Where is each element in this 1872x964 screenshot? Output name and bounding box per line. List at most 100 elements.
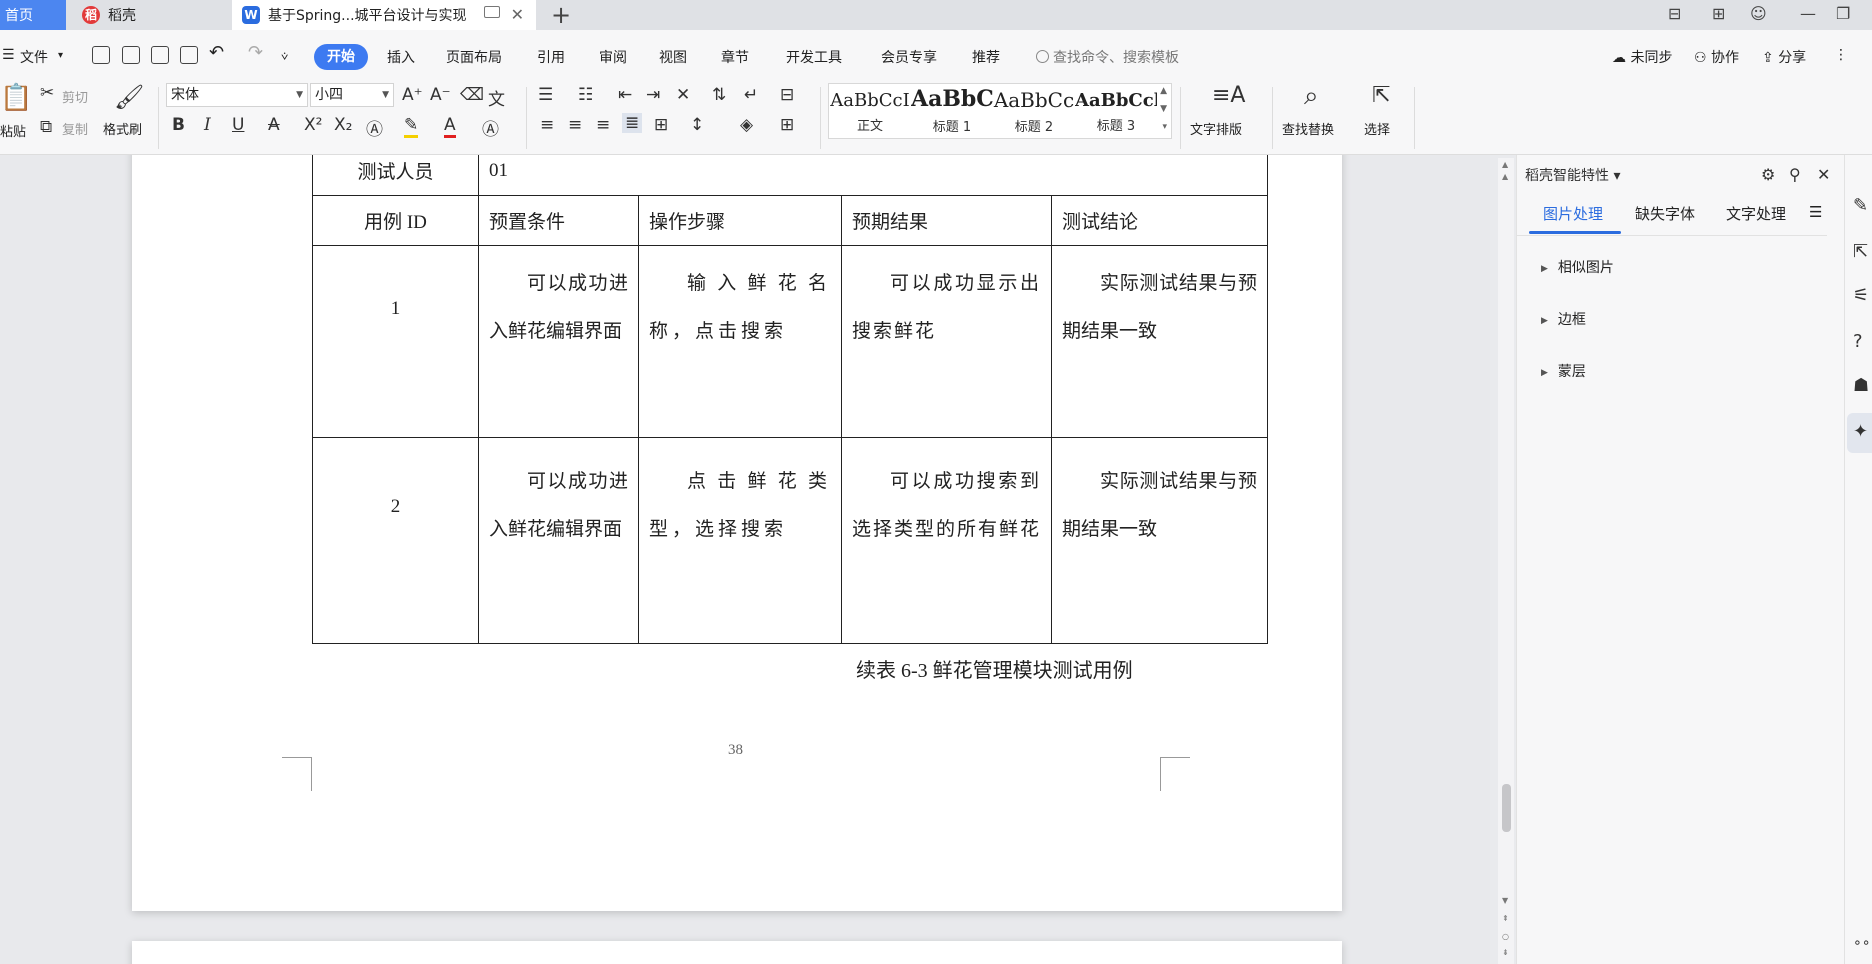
subscript-icon[interactable]: X₂ bbox=[334, 115, 352, 135]
panel-title[interactable]: 稻壳智能特性 ▾ bbox=[1525, 165, 1620, 185]
numbered-list-icon[interactable]: ☷ bbox=[578, 85, 593, 105]
prev-page-icon[interactable]: ⇞ bbox=[1502, 914, 1509, 923]
decrease-indent-icon[interactable]: ⇤ bbox=[618, 85, 632, 105]
menu-icon[interactable]: ☰ bbox=[1809, 203, 1822, 221]
scroll-up-icon[interactable]: ▲ bbox=[1502, 172, 1508, 181]
font-color-icon[interactable]: A bbox=[444, 115, 456, 138]
increase-indent-icon[interactable]: ⇥ bbox=[646, 85, 660, 105]
menu-member[interactable]: 会员专享 bbox=[881, 47, 937, 67]
bold-icon[interactable]: B bbox=[172, 115, 185, 135]
format-painter-icon[interactable]: 🖌 bbox=[114, 83, 144, 111]
phonetic-guide-icon[interactable]: 文 bbox=[488, 85, 505, 110]
pin-icon[interactable]: ⚲ bbox=[1789, 165, 1801, 184]
menu-developer[interactable]: 开发工具 bbox=[786, 47, 842, 67]
item-border[interactable]: ▶ 边框 bbox=[1541, 309, 1586, 329]
undo-icon[interactable]: ↶ bbox=[209, 42, 224, 63]
table-tools-icon[interactable]: ⊟ bbox=[780, 85, 794, 105]
command-search[interactable]: 查找命令、搜索模板 bbox=[1036, 47, 1179, 67]
customize-toolbar-icon[interactable]: ⩒ bbox=[281, 49, 288, 64]
style-heading-2[interactable]: AaBbCc 标题 2 bbox=[993, 84, 1075, 138]
style-heading-3[interactable]: AaBbCcl 标题 3 bbox=[1075, 84, 1157, 138]
sliders-icon[interactable]: ⚟ bbox=[1853, 285, 1869, 306]
menu-chapter[interactable]: 章节 bbox=[721, 47, 749, 67]
close-tab-icon[interactable]: ✕ bbox=[511, 5, 524, 24]
menu-start[interactable]: 开始 bbox=[314, 44, 368, 70]
shrink-font-icon[interactable]: A⁻ bbox=[430, 85, 451, 105]
cut-button[interactable]: 剪切 bbox=[62, 87, 88, 106]
clear-format-icon[interactable]: ⌫ bbox=[460, 85, 484, 105]
more-icon[interactable]: ⋮ bbox=[1834, 47, 1848, 63]
format-painter-button[interactable]: 格式刷 bbox=[103, 119, 142, 138]
smart-feature-icon[interactable]: ✦ bbox=[1853, 421, 1868, 442]
redo-icon[interactable]: ↷ bbox=[248, 42, 263, 63]
search-icon[interactable]: ⌕ bbox=[1304, 81, 1319, 112]
hamburger-icon[interactable]: ☰ bbox=[2, 47, 15, 63]
menu-review[interactable]: 审阅 bbox=[599, 47, 627, 67]
paste-icon[interactable]: 📋 bbox=[0, 83, 32, 113]
menu-references[interactable]: 引用 bbox=[537, 47, 565, 67]
expand-styles-icon[interactable]: ▾ bbox=[1162, 122, 1167, 132]
font-name-select[interactable]: 宋体 ▼ bbox=[166, 83, 308, 107]
distributed-icon[interactable]: ⊞ bbox=[654, 115, 668, 135]
menu-recommend[interactable]: 推荐 bbox=[972, 47, 1000, 67]
text-effect-icon[interactable]: Ⓐ bbox=[366, 115, 383, 140]
style-heading-1[interactable]: AaBbC 标题 1 bbox=[911, 84, 993, 138]
scroll-up-icon[interactable]: ▲ bbox=[1502, 160, 1508, 169]
share-button[interactable]: ⇪ 分享 bbox=[1762, 47, 1806, 67]
tab-text-processing[interactable]: 文字处理 bbox=[1726, 203, 1786, 224]
item-mask[interactable]: ▶ 蒙层 bbox=[1541, 361, 1586, 381]
paste-button[interactable]: 粘贴 bbox=[0, 121, 26, 140]
grid-apps-icon[interactable]: ⊞ bbox=[1712, 4, 1725, 23]
view-mode-icon[interactable]: ⊟ bbox=[1668, 4, 1681, 23]
text-layout-button[interactable]: 文字排版 bbox=[1190, 119, 1242, 138]
text-layout-icon[interactable]: ≡A bbox=[1212, 83, 1245, 108]
line-spacing-icon[interactable]: ↕ bbox=[690, 115, 704, 135]
vertical-scrollbar[interactable]: ▲ ▲ ▼ ⇞ ○ ⇟ bbox=[1498, 158, 1514, 964]
next-page[interactable] bbox=[132, 941, 1342, 964]
scroll-thumb[interactable] bbox=[1502, 784, 1511, 832]
italic-icon[interactable]: I bbox=[204, 115, 211, 135]
select-button[interactable]: 选择 bbox=[1364, 119, 1390, 138]
sync-status[interactable]: ☁ 未同步 bbox=[1612, 47, 1672, 67]
underline-icon[interactable]: U bbox=[232, 115, 244, 135]
align-left-icon[interactable]: ≡ bbox=[540, 115, 554, 135]
menu-file[interactable]: 文件 bbox=[20, 47, 48, 67]
char-border-icon[interactable]: Ⓐ bbox=[482, 115, 499, 140]
menu-view[interactable]: 视图 bbox=[659, 47, 687, 67]
close-icon[interactable]: ✕ bbox=[1817, 165, 1830, 184]
shading-icon[interactable]: ◈ bbox=[740, 115, 753, 135]
avatar[interactable]: ☺ bbox=[1750, 4, 1767, 23]
justify-icon[interactable]: ≣ bbox=[622, 113, 643, 133]
tab-daoke[interactable]: 稻 稻壳 bbox=[68, 0, 228, 30]
scroll-down-icon[interactable]: ▼ bbox=[1502, 896, 1508, 905]
help-icon[interactable]: ? bbox=[1853, 331, 1863, 352]
tab-missing-fonts[interactable]: 缺失字体 bbox=[1635, 203, 1695, 224]
save-icon[interactable] bbox=[92, 46, 110, 64]
borders-icon[interactable]: ⊞ bbox=[780, 115, 794, 135]
gear-icon[interactable]: ⚙ bbox=[1761, 165, 1775, 184]
tab-home[interactable]: 首页 bbox=[0, 0, 66, 30]
strikethrough-icon[interactable]: A bbox=[268, 115, 280, 135]
sort-icon[interactable]: ⇅ bbox=[712, 85, 726, 105]
chinese-layout-icon[interactable]: ✕ bbox=[676, 85, 690, 105]
select-browse-icon[interactable]: ○ bbox=[1502, 932, 1509, 941]
menu-insert[interactable]: 插入 bbox=[387, 47, 415, 67]
pen-icon[interactable]: ✎ bbox=[1853, 195, 1868, 216]
menu-page-layout[interactable]: 页面布局 bbox=[446, 47, 502, 67]
export-pdf-icon[interactable] bbox=[122, 46, 140, 64]
cursor-select-icon[interactable]: ⇱ bbox=[1372, 83, 1390, 108]
screen-icon[interactable] bbox=[484, 6, 500, 18]
superscript-icon[interactable]: X² bbox=[304, 115, 322, 135]
document-page[interactable]: 测试人员 01 用例 ID 预置条件 操作步骤 预期结果 测试结论 1 可以成功… bbox=[132, 155, 1342, 911]
bullet-list-icon[interactable]: ☰ bbox=[538, 85, 553, 105]
tab-document[interactable]: W 基于Spring...城平台设计与实现 ✕ bbox=[232, 0, 536, 30]
find-replace-button[interactable]: 查找替换 bbox=[1282, 119, 1334, 138]
restore-icon[interactable]: ❐ bbox=[1836, 4, 1850, 23]
align-center-icon[interactable]: ≡ bbox=[568, 115, 582, 135]
highlight-icon[interactable]: ✎ bbox=[404, 115, 419, 138]
font-size-select[interactable]: 小四 ▼ bbox=[310, 83, 394, 107]
minimize-icon[interactable]: — bbox=[1800, 4, 1816, 23]
document-canvas[interactable]: 测试人员 01 用例 ID 预置条件 操作步骤 预期结果 测试结论 1 可以成功… bbox=[0, 155, 1490, 964]
cursor-icon[interactable]: ⇱ bbox=[1853, 241, 1868, 262]
item-similar-images[interactable]: ▶ 相似图片 bbox=[1541, 257, 1614, 277]
